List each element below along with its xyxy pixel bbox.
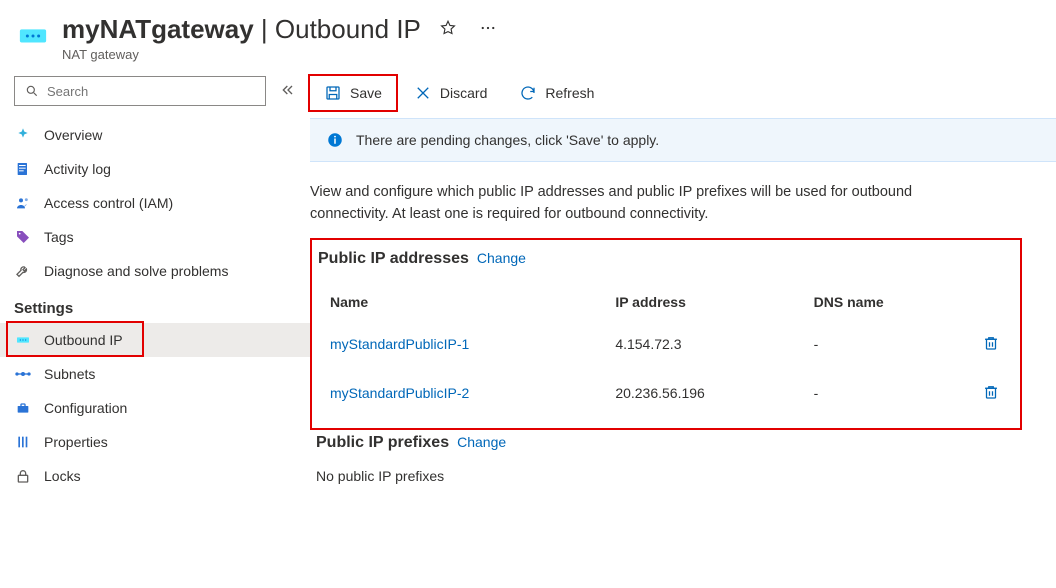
resource-type: NAT gateway xyxy=(62,47,501,62)
sidebar-item-label: Activity log xyxy=(44,161,111,177)
nat-icon xyxy=(14,331,32,349)
star-icon xyxy=(439,19,457,37)
log-icon xyxy=(14,160,32,178)
section-title: Public IP addresses xyxy=(318,250,469,268)
tag-icon xyxy=(14,228,32,246)
description: View and configure which public IP addre… xyxy=(310,162,1010,238)
sidebar-item-label: Diagnose and solve problems xyxy=(44,263,228,279)
search-icon xyxy=(23,82,41,100)
sidebar-item-outbound-ip[interactable]: Outbound IP xyxy=(0,323,310,357)
save-button[interactable]: Save xyxy=(310,78,396,108)
sidebar-item-label: Properties xyxy=(44,434,108,450)
info-bar: There are pending changes, click 'Save' … xyxy=(310,118,1056,162)
dns-name-cell: - xyxy=(802,320,966,369)
delete-button[interactable] xyxy=(978,330,1004,359)
column-header-name: Name xyxy=(318,284,603,320)
info-icon xyxy=(326,131,344,149)
public-ip-table: Name IP address DNS name myStandardPubli… xyxy=(318,284,1016,418)
discard-button[interactable]: Discard xyxy=(400,78,501,108)
table-row: myStandardPublicIP-2 20.236.56.196 - xyxy=(318,369,1016,418)
toolbar-button-label: Discard xyxy=(440,85,487,101)
section-title: Public IP prefixes xyxy=(316,434,449,452)
sidebar-item-activity-log[interactable]: Activity log xyxy=(0,152,310,186)
info-message: There are pending changes, click 'Save' … xyxy=(356,132,659,148)
sidebar-item-label: Configuration xyxy=(44,400,127,416)
column-header-dns: DNS name xyxy=(802,284,966,320)
ip-address-cell: 4.154.72.3 xyxy=(603,320,801,369)
column-header-ip: IP address xyxy=(603,284,801,320)
sidebar-item-label: Overview xyxy=(44,127,102,143)
sidebar-item-label: Tags xyxy=(44,229,74,245)
wrench-icon xyxy=(14,262,32,280)
people-icon xyxy=(14,194,32,212)
table-row: myStandardPublicIP-1 4.154.72.3 - xyxy=(318,320,1016,369)
sparkle-icon xyxy=(14,126,32,144)
sidebar-item-tags[interactable]: Tags xyxy=(0,220,310,254)
search-box[interactable] xyxy=(14,76,266,106)
subnets-icon xyxy=(14,365,32,383)
toolbar-button-label: Refresh xyxy=(545,85,594,101)
dns-name-cell: - xyxy=(802,369,966,418)
ellipsis-icon xyxy=(479,25,497,40)
sidebar-item-subnets[interactable]: Subnets xyxy=(0,357,310,391)
favorite-button[interactable] xyxy=(435,15,461,44)
toolbox-icon xyxy=(14,399,32,417)
ip-address-cell: 20.236.56.196 xyxy=(603,369,801,418)
resource-icon xyxy=(18,20,48,50)
delete-button[interactable] xyxy=(978,379,1004,408)
sidebar-item-label: Locks xyxy=(44,468,81,484)
sidebar-item-iam[interactable]: Access control (IAM) xyxy=(0,186,310,220)
sidebar-item-diagnose[interactable]: Diagnose and solve problems xyxy=(0,254,310,288)
public-ip-name-link[interactable]: myStandardPublicIP-1 xyxy=(318,320,603,369)
more-button[interactable] xyxy=(475,15,501,44)
refresh-button[interactable]: Refresh xyxy=(505,78,608,108)
search-input[interactable] xyxy=(47,84,257,99)
trash-icon xyxy=(982,389,1000,404)
properties-icon xyxy=(14,433,32,451)
sidebar-item-label: Outbound IP xyxy=(44,332,123,348)
sidebar: Overview Activity log Access control (IA… xyxy=(0,72,310,588)
refresh-icon xyxy=(519,84,537,102)
toolbar-button-label: Save xyxy=(350,85,382,101)
sidebar-item-label: Access control (IAM) xyxy=(44,195,173,211)
content: Save Discard Refresh There are pending c… xyxy=(310,72,1056,588)
change-public-ip-prefixes-link[interactable]: Change xyxy=(457,434,506,450)
sidebar-item-properties[interactable]: Properties xyxy=(0,425,310,459)
lock-icon xyxy=(14,467,32,485)
collapse-sidebar-button[interactable] xyxy=(276,78,300,105)
chevron-double-left-icon xyxy=(280,86,296,101)
sidebar-item-overview[interactable]: Overview xyxy=(0,118,310,152)
toolbar: Save Discard Refresh xyxy=(310,72,1056,118)
public-ip-prefixes-section: Public IP prefixes Change No public IP p… xyxy=(310,430,1056,496)
empty-message: No public IP prefixes xyxy=(316,452,1044,484)
page-title: myNATgateway | Outbound IP xyxy=(62,14,421,45)
sidebar-item-locks[interactable]: Locks xyxy=(0,459,310,493)
sidebar-item-label: Subnets xyxy=(44,366,95,382)
public-ip-addresses-section: Public IP addresses Change Name IP addre… xyxy=(310,238,1022,430)
close-icon xyxy=(414,84,432,102)
save-icon xyxy=(324,84,342,102)
public-ip-name-link[interactable]: myStandardPublicIP-2 xyxy=(318,369,603,418)
trash-icon xyxy=(982,340,1000,355)
change-public-ips-link[interactable]: Change xyxy=(477,250,526,266)
sidebar-item-configuration[interactable]: Configuration xyxy=(0,391,310,425)
sidebar-section-settings: Settings xyxy=(0,288,310,323)
